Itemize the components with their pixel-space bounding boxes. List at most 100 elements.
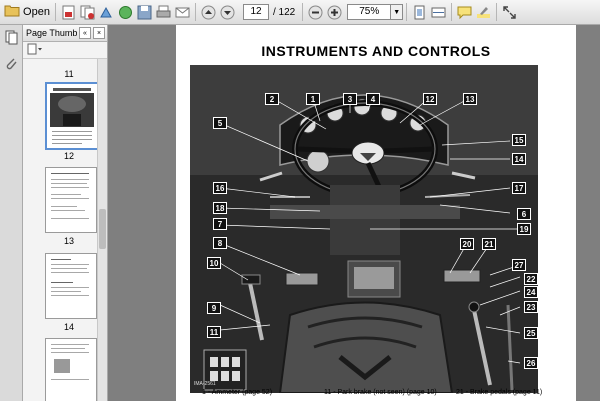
callout-16: 16: [213, 182, 227, 194]
callout-7: 7: [213, 218, 227, 230]
thumbnail-label: 13: [63, 236, 74, 246]
thumbnails-scrollbar[interactable]: [97, 59, 107, 401]
thumbnail-line: [51, 295, 89, 296]
thumbnail-label: 11: [64, 69, 74, 79]
caption-item: 1 - Ammeter (page 52): [202, 389, 273, 396]
collaborate-icon[interactable]: [117, 4, 134, 21]
thumbnail-line: [51, 379, 89, 380]
document-viewport[interactable]: INSTRUMENTS AND CONTROLS 1 2 3 4 5 6 7 8…: [108, 25, 600, 401]
thumbnail-line: [51, 282, 73, 283]
email-icon[interactable]: [174, 4, 191, 21]
page-thumbnails-icon[interactable]: [3, 29, 20, 46]
callout-15: 15: [512, 134, 526, 146]
callout-14: 14: [512, 153, 526, 165]
thumbnails-panel-title: Page Thumbna...: [26, 28, 77, 38]
callout-17: 17: [512, 182, 526, 194]
thumbnail-image: [47, 84, 97, 148]
expand-icon[interactable]: [501, 4, 518, 21]
callout-6: 6: [517, 208, 531, 220]
zoom-dropdown-button[interactable]: ▼: [391, 4, 404, 20]
callout-12: 12: [423, 93, 437, 105]
callout-20: 20: [460, 238, 474, 250]
thumbnail-line: [51, 268, 87, 269]
zoom-in-icon[interactable]: [326, 4, 343, 21]
callout-22: 22: [524, 273, 538, 285]
highlight-icon[interactable]: [475, 4, 492, 21]
chevron-down-icon: ▼: [393, 8, 401, 16]
thumbnail-line: [51, 264, 89, 265]
toolbar-separator: [406, 3, 408, 21]
thumbnail-line: [51, 259, 71, 260]
callout-3: 3: [343, 93, 357, 105]
combine-files-icon[interactable]: [79, 4, 96, 21]
page-count: / 122: [273, 6, 296, 18]
callout-13: 13: [463, 93, 477, 105]
tractor-dashboard-illustration: [190, 65, 538, 393]
thumbnail-label: 12: [63, 151, 74, 161]
thumbnails-header: Page Thumbna... « ×: [23, 25, 107, 42]
thumbnail-line: [51, 179, 89, 180]
caption-item: 11 - Park brake (not seen) (page 10): [324, 389, 437, 396]
thumbnail-line: [51, 272, 89, 273]
toolbar-separator: [451, 3, 453, 21]
scrollbar-thumb[interactable]: [99, 209, 106, 249]
thumbnail-page-13[interactable]: [45, 167, 97, 233]
thumbnail-page-12[interactable]: [45, 82, 99, 150]
callout-23: 23: [524, 301, 538, 313]
open-label: Open: [23, 6, 50, 18]
thumbnail-figure: [54, 359, 70, 373]
thumbnail-line: [51, 348, 85, 349]
toolbar-separator: [496, 3, 498, 21]
thumbnail-line: [51, 206, 77, 207]
create-pdf-icon[interactable]: [60, 4, 77, 21]
toolbar-separator: [55, 3, 56, 21]
thumbnail-label: 14: [63, 322, 74, 332]
print-icon[interactable]: [155, 4, 172, 21]
zoom-level-field[interactable]: 75%: [347, 4, 392, 20]
callout-18: 18: [213, 202, 227, 214]
callout-25: 25: [524, 327, 538, 339]
callout-11: 11: [207, 326, 221, 338]
close-panel-icon[interactable]: ×: [93, 27, 105, 39]
navigation-pane-strip: [0, 25, 23, 401]
share-icon[interactable]: [98, 4, 115, 21]
fit-page-icon[interactable]: [411, 4, 428, 21]
thumbnail-line: [51, 198, 89, 199]
zoom-out-icon[interactable]: [307, 4, 324, 21]
next-page-icon[interactable]: [219, 4, 236, 21]
tractor-controls-photo: 1 2 3 4 5 6 7 8 9 10 11 12 13 14 15 16 1…: [190, 65, 538, 393]
collapse-panel-icon[interactable]: «: [79, 27, 91, 39]
thumbnail-page-14[interactable]: [45, 253, 97, 319]
thumbnail-line: [51, 287, 89, 288]
thumbnail-line: [51, 187, 89, 188]
thumbnail-line: [51, 173, 89, 174]
callout-1: 1: [306, 93, 320, 105]
previous-page-icon[interactable]: [200, 4, 217, 21]
comment-icon[interactable]: [456, 4, 473, 21]
toolbar-separator: [302, 3, 304, 21]
callout-4: 4: [366, 93, 380, 105]
thumbnail-line: [51, 352, 89, 353]
page-number-input[interactable]: 12: [243, 4, 269, 20]
attachments-icon[interactable]: [3, 55, 20, 72]
open-button[interactable]: Open: [2, 2, 52, 22]
callout-2: 2: [265, 93, 279, 105]
thumbnail-line: [51, 183, 87, 184]
callout-27: 27: [512, 259, 526, 271]
fit-width-icon[interactable]: [430, 4, 447, 21]
thumbnails-toolbar: [23, 42, 107, 59]
page-heading: INSTRUMENTS AND CONTROLS: [261, 43, 491, 59]
page-thumbnails-panel: Page Thumbna... « × 11 12 13: [23, 25, 108, 401]
options-icon[interactable]: [27, 43, 43, 58]
save-icon[interactable]: [136, 4, 153, 21]
thumbnail-line: [51, 344, 89, 345]
thumbnail-page-15[interactable]: [45, 338, 97, 401]
document-page: INSTRUMENTS AND CONTROLS 1 2 3 4 5 6 7 8…: [176, 25, 576, 401]
callout-9: 9: [207, 302, 221, 314]
folder-icon: [4, 4, 20, 20]
callout-21: 21: [482, 238, 496, 250]
callout-24: 24: [524, 286, 538, 298]
callout-19: 19: [517, 223, 531, 235]
thumbnail-line: [51, 218, 89, 219]
callout-8: 8: [213, 237, 227, 249]
